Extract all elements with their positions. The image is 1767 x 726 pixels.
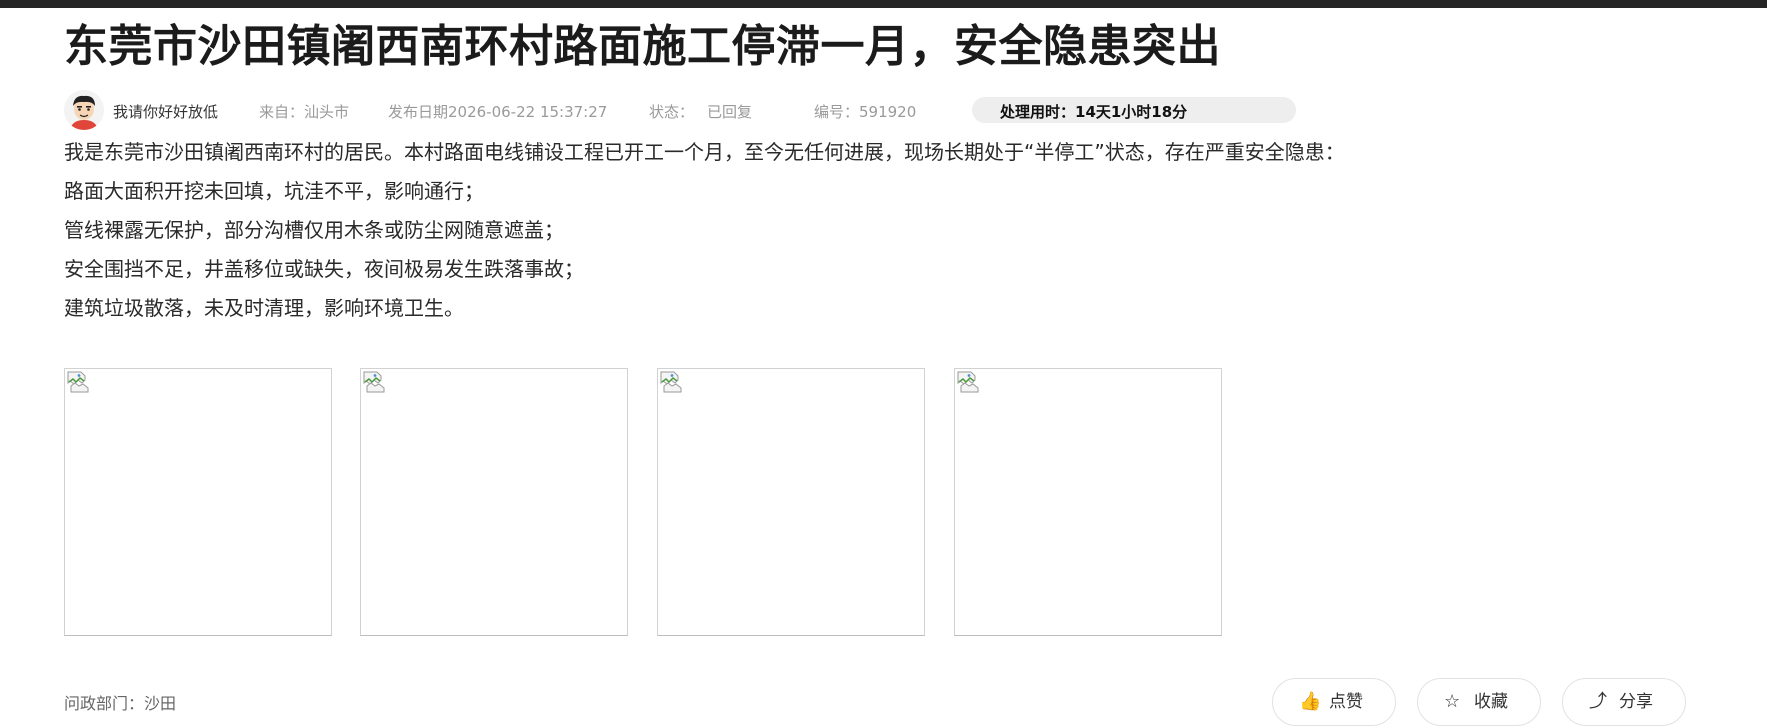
body-paragraph: 管线裸露无保护，部分沟槽仅用木条或防尘网随意遮盖； — [64, 218, 564, 242]
thumbs-up-icon: 👍 — [1299, 691, 1322, 712]
body-paragraph: 路面大面积开挖未回填，坑洼不平，影响通行； — [64, 179, 484, 203]
broken-image-icon — [660, 371, 682, 393]
share-label: 分享 — [1619, 692, 1653, 712]
star-icon: ☆ — [1444, 691, 1461, 712]
share-button[interactable]: ⤴ 分享 — [1562, 678, 1686, 726]
like-label: 点赞 — [1329, 692, 1363, 712]
body-paragraph: 安全围挡不足，井盖移位或缺失，夜间极易发生跌落事故； — [64, 257, 584, 281]
gallery-image[interactable] — [64, 368, 332, 636]
body-paragraph: 建筑垃圾散落，未及时清理，影响环境卫生。 — [64, 296, 464, 320]
processing-time: 处理用时：14天1小时18分 — [1000, 103, 1188, 121]
article-body: 我是东莞市沙田镇阇西南环村的居民。本村路面电线铺设工程已开工一个月，至今无任何进… — [64, 133, 1664, 328]
publish-date: 发布日期2026-06-22 15:37:27 — [388, 103, 608, 121]
status-value: 已回复 — [707, 103, 753, 121]
top-bar — [0, 0, 1767, 8]
department-label: 问政部门：沙田 — [64, 694, 177, 713]
page-title: 东莞市沙田镇阇西南环村路面施工停滞一月，安全隐患突出 — [64, 21, 1221, 72]
gallery-image[interactable] — [954, 368, 1222, 636]
processing-time-badge: 处理用时：14天1小时18分 — [972, 97, 1296, 123]
status-label: 状态： — [649, 103, 695, 121]
share-icon: ⤴ — [1589, 691, 1607, 712]
favorite-label: 收藏 — [1474, 692, 1508, 712]
article-id: 编号：591920 — [814, 103, 917, 121]
like-button[interactable]: 👍 点赞 — [1272, 678, 1396, 726]
source-location: 来自：汕头市 — [259, 103, 350, 121]
article-meta: 我请你好好放低 来自：汕头市 发布日期2026-06-22 15:37:27 状… — [64, 90, 1664, 130]
author-name[interactable]: 我请你好好放低 — [113, 103, 218, 121]
broken-image-icon — [363, 371, 385, 393]
avatar-cartoon-face-icon — [64, 90, 104, 130]
body-paragraph: 我是东莞市沙田镇阇西南环村的居民。本村路面电线铺设工程已开工一个月，至今无任何进… — [64, 140, 1345, 164]
gallery-image[interactable] — [360, 368, 628, 636]
avatar[interactable] — [64, 90, 104, 130]
gallery-image[interactable] — [657, 368, 925, 636]
favorite-button[interactable]: ☆ 收藏 — [1417, 678, 1541, 726]
broken-image-icon — [67, 371, 89, 393]
broken-image-icon — [957, 371, 979, 393]
